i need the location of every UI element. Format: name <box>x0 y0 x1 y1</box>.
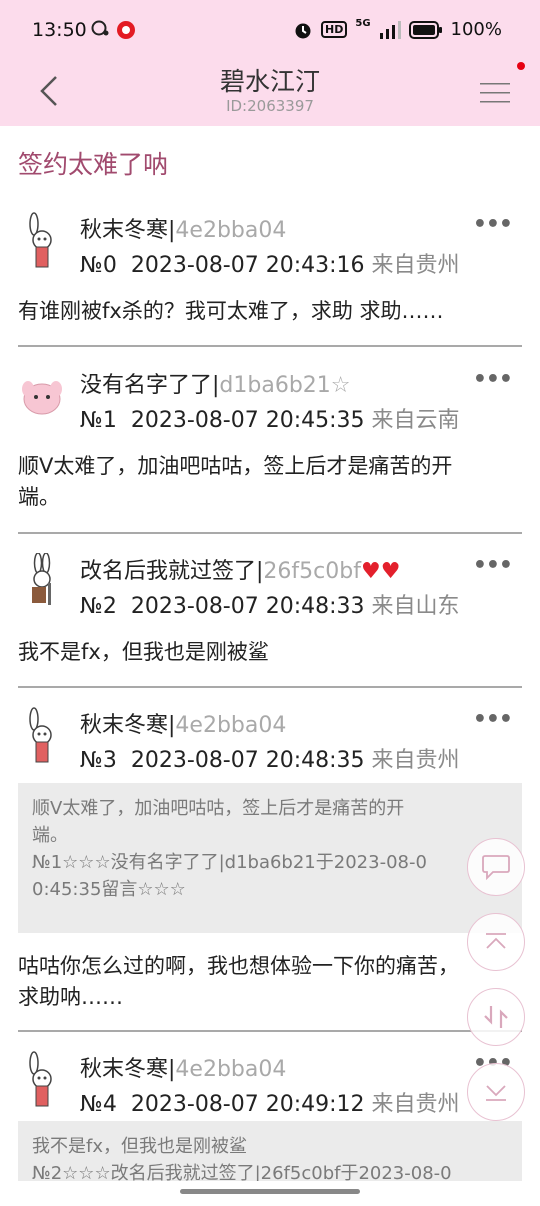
refresh-button[interactable] <box>467 988 525 1046</box>
more-options-icon[interactable]: ••• <box>473 212 513 237</box>
post-4: 秋末冬寒|4e2bba04 ••• №4 2023-08-07 20:49:12… <box>18 1051 522 1181</box>
post-author[interactable]: 秋末冬寒|4e2bba04 <box>80 212 286 244</box>
comment-bubble-icon <box>482 855 510 880</box>
app-notification-icon <box>117 21 135 39</box>
divider <box>18 1030 522 1032</box>
alarm-icon <box>295 23 311 38</box>
post-body: 我不是fx，但我也是刚被鲨 <box>18 640 269 664</box>
post-2: 改名后我就过签了|26f5c0bf♥♥ ••• №2 2023-08-07 20… <box>18 553 522 673</box>
divider <box>18 345 522 347</box>
notification-dot <box>517 62 525 70</box>
post-meta: №3 2023-08-07 20:48:35 来自贵州 <box>80 748 460 773</box>
post-body: 咕咕你怎么过的啊，我也想体验一下你的痛苦， 求助呐…… <box>18 954 459 1009</box>
title-bar: 碧水江汀 ID:2063397 <box>0 60 540 126</box>
home-indicator[interactable] <box>180 1189 360 1194</box>
hamburger-menu-icon[interactable] <box>480 78 510 106</box>
more-options-icon[interactable]: ••• <box>473 553 513 578</box>
post-0: 秋末冬寒|4e2bba04 ••• №0 2023-08-07 20:43:16… <box>18 212 522 323</box>
battery-percent: 100% <box>450 19 502 40</box>
scroll-bottom-icon <box>486 1085 506 1101</box>
network-label: 5G <box>355 18 371 29</box>
hd-badge: HD <box>321 21 348 38</box>
post-author[interactable]: 秋末冬寒|4e2bba04 <box>80 707 286 739</box>
more-options-icon[interactable]: ••• <box>473 707 513 732</box>
post-author[interactable]: 秋末冬寒|4e2bba04 <box>80 1051 286 1083</box>
scroll-top-button[interactable] <box>467 913 525 971</box>
quoted-reply: 我不是fx，但我也是刚被鲨 №2☆☆☆改名后我就过签了|26f5c0bf于2023… <box>18 1121 522 1181</box>
post-body: 有谁刚被fx杀的？我可太难了，求助 求助…… <box>18 299 444 323</box>
quoted-reply: 顺V太难了，加油吧咕咕，签上后才是痛苦的开 端。 №1☆☆☆没有名字了了|d1ba6… <box>18 783 522 933</box>
heart-icon: ♥♥ <box>360 559 401 584</box>
page-title: 碧水江汀 <box>219 67 320 96</box>
avatar-rabbit[interactable] <box>18 1051 66 1111</box>
status-bar: 13:50 HD 5G 100% <box>0 0 540 60</box>
page-subtitle-id: ID:2063397 <box>226 97 314 115</box>
avatar-pink-creature[interactable] <box>18 367 66 427</box>
status-time: 13:50 <box>32 19 87 41</box>
more-options-icon[interactable]: ••• <box>473 367 513 392</box>
divider <box>18 686 522 688</box>
comment-button[interactable] <box>467 838 525 896</box>
post-meta: №1 2023-08-07 20:45:35 来自云南 <box>80 408 460 433</box>
avatar-rabbit[interactable] <box>18 707 66 767</box>
post-meta: №0 2023-08-07 20:43:16 来自贵州 <box>80 253 460 278</box>
thread-title: 签约太难了呐 <box>18 150 169 179</box>
chat-notification-icon <box>91 20 109 36</box>
post-meta: №4 2023-08-07 20:49:12 来自贵州 <box>80 1092 460 1117</box>
refresh-icon <box>484 1006 508 1028</box>
post-meta: №2 2023-08-07 20:48:33 来自山东 <box>80 594 460 619</box>
signal-icon <box>379 20 401 39</box>
avatar-rabbit[interactable] <box>18 212 66 272</box>
post-author[interactable]: 改名后我就过签了|26f5c0bf♥♥ <box>80 553 400 585</box>
post-author[interactable]: 没有名字了了|d1ba6b21☆ <box>80 367 351 399</box>
post-body: 顺V太难了，加油吧咕咕，签上后才是痛苦的开 端。 <box>18 454 453 509</box>
avatar-rabbit-guitar[interactable] <box>18 553 66 613</box>
battery-icon <box>408 20 442 39</box>
divider <box>18 532 522 534</box>
post-1: 没有名字了了|d1ba6b21☆ ••• №1 2023-08-07 20:45… <box>18 367 522 517</box>
post-3: 秋末冬寒|4e2bba04 ••• №3 2023-08-07 20:48:35… <box>18 707 522 1017</box>
scroll-top-icon <box>486 933 506 949</box>
scroll-bottom-button[interactable] <box>467 1063 525 1121</box>
